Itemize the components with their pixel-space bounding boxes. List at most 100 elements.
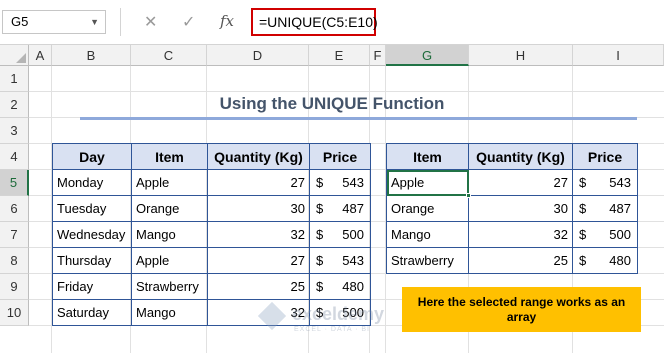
cell-item[interactable]: Mango — [131, 299, 208, 326]
watermark-tagline: EXCEL · DATA · BI — [294, 326, 370, 333]
currency-symbol: $ — [316, 227, 324, 242]
cell-price[interactable]: $543 — [309, 247, 371, 274]
cell-quantity[interactable]: 25 — [468, 247, 573, 274]
row-header-8[interactable]: 8 — [0, 248, 29, 274]
column-header-i[interactable]: I — [573, 45, 664, 66]
cell-item[interactable]: Strawberry — [131, 273, 208, 300]
cancel-icon[interactable]: ✕ — [144, 12, 157, 32]
note-callout: Here the selected range works as an arra… — [402, 287, 641, 332]
cell-price[interactable]: $480 — [309, 273, 371, 300]
cell-day[interactable]: Thursday — [52, 247, 132, 274]
unique-result-table: Item Quantity (Kg) Price Apple 27 $543 Oran… — [386, 143, 638, 274]
cell-item[interactable]: Orange — [131, 195, 208, 222]
cell-quantity[interactable]: 32 — [207, 221, 310, 248]
cell-item[interactable]: Apple — [131, 169, 208, 196]
title-underline — [80, 117, 637, 120]
table-row: Tuesday Orange 30 $487 — [52, 195, 371, 222]
cell-price[interactable]: $500 — [309, 221, 371, 248]
table-row: Strawberry 25 $480 — [386, 247, 638, 274]
row-header-6[interactable]: 6 — [0, 196, 29, 222]
cell-item[interactable]: Apple — [131, 247, 208, 274]
chevron-down-icon[interactable]: ▼ — [90, 11, 99, 33]
cell-quantity[interactable]: 32 — [468, 221, 573, 248]
cell-quantity[interactable]: 27 — [207, 247, 310, 274]
row-header-10[interactable]: 10 — [0, 300, 29, 326]
select-all-corner[interactable] — [0, 45, 29, 66]
cell-price[interactable]: $500 — [572, 221, 638, 248]
currency-symbol: $ — [579, 201, 587, 216]
table-row: Orange 30 $487 — [386, 195, 638, 222]
formula-input[interactable]: =UNIQUE(C5:E10) — [251, 8, 378, 36]
cell-item[interactable]: Orange — [386, 195, 469, 222]
cell-item[interactable]: Mango — [131, 221, 208, 248]
row-header-5[interactable]: 5 — [0, 170, 29, 196]
row-header-1[interactable]: 1 — [0, 66, 29, 92]
price-value: 500 — [609, 227, 631, 242]
cell-day[interactable]: Monday — [52, 169, 132, 196]
table-row: Monday Apple 27 $543 — [52, 169, 371, 196]
cell-day[interactable]: Saturday — [52, 299, 132, 326]
cell-item[interactable]: Mango — [386, 221, 469, 248]
column-header-b[interactable]: B — [52, 45, 131, 66]
price-value: 487 — [609, 201, 631, 216]
table-row: Friday Strawberry 25 $480 — [52, 273, 371, 300]
sheet-title: Using the UNIQUE Function — [219, 94, 445, 113]
row-header-7[interactable]: 7 — [0, 222, 29, 248]
cell-price[interactable]: $487 — [572, 195, 638, 222]
cell-day[interactable]: Tuesday — [52, 195, 132, 222]
cell-quantity[interactable]: 27 — [207, 169, 310, 196]
price-value: 543 — [342, 175, 364, 190]
fill-handle[interactable] — [466, 193, 471, 198]
currency-symbol: $ — [579, 175, 587, 190]
currency-symbol: $ — [316, 175, 324, 190]
cell-item[interactable]: Apple — [386, 169, 469, 196]
currency-symbol: $ — [316, 201, 324, 216]
table-row: Apple 27 $543 — [386, 169, 638, 196]
formula-bar-divider — [120, 8, 121, 36]
cell-quantity[interactable]: 25 — [207, 273, 310, 300]
table-row: Thursday Apple 27 $543 — [52, 247, 371, 274]
exceldemy-logo-icon — [257, 301, 287, 331]
cell-price[interactable]: $480 — [572, 247, 638, 274]
header-day[interactable]: Day — [52, 143, 132, 170]
cell-quantity[interactable]: 27 — [468, 169, 573, 196]
row-header-3[interactable]: 3 — [0, 118, 29, 144]
column-header-h[interactable]: H — [469, 45, 573, 66]
column-header-d[interactable]: D — [207, 45, 309, 66]
cell-quantity[interactable]: 30 — [468, 195, 573, 222]
header-item[interactable]: Item — [386, 143, 469, 170]
price-value: 480 — [342, 279, 364, 294]
cell-quantity[interactable]: 30 — [207, 195, 310, 222]
enter-icon[interactable]: ✓ — [182, 12, 195, 32]
cell-price[interactable]: $543 — [309, 169, 371, 196]
cell-price[interactable]: $543 — [572, 169, 638, 196]
source-table: Day Item Quantity (Kg) Price Monday Apple… — [52, 143, 371, 326]
header-price[interactable]: Price — [572, 143, 638, 170]
name-box[interactable]: G5 ▼ — [2, 10, 106, 34]
header-quantity[interactable]: Quantity (Kg) — [207, 143, 310, 170]
formula-buttons: ✕ ✓ fx — [138, 10, 246, 34]
price-value: 500 — [342, 227, 364, 242]
column-header-g[interactable]: G — [386, 45, 469, 66]
price-value: 543 — [342, 253, 364, 268]
insert-function-icon[interactable]: fx — [220, 12, 234, 30]
column-header-a[interactable]: A — [29, 45, 52, 66]
column-header-f[interactable]: F — [370, 45, 386, 66]
cell-day[interactable]: Wednesday — [52, 221, 132, 248]
column-header-e[interactable]: E — [309, 45, 370, 66]
row-header-9[interactable]: 9 — [0, 274, 29, 300]
header-quantity[interactable]: Quantity (Kg) — [468, 143, 573, 170]
price-value: 487 — [342, 201, 364, 216]
currency-symbol: $ — [579, 227, 587, 242]
watermark: exceldemy EXCEL · DATA · BI — [257, 301, 412, 342]
currency-symbol: $ — [316, 253, 324, 268]
cell-day[interactable]: Friday — [52, 273, 132, 300]
watermark-name: exceldemy — [292, 304, 385, 324]
cell-item[interactable]: Strawberry — [386, 247, 469, 274]
row-header-4[interactable]: 4 — [0, 144, 29, 170]
header-price[interactable]: Price — [309, 143, 371, 170]
cell-price[interactable]: $487 — [309, 195, 371, 222]
header-item[interactable]: Item — [131, 143, 208, 170]
currency-symbol: $ — [316, 279, 324, 294]
column-header-c[interactable]: C — [131, 45, 207, 66]
